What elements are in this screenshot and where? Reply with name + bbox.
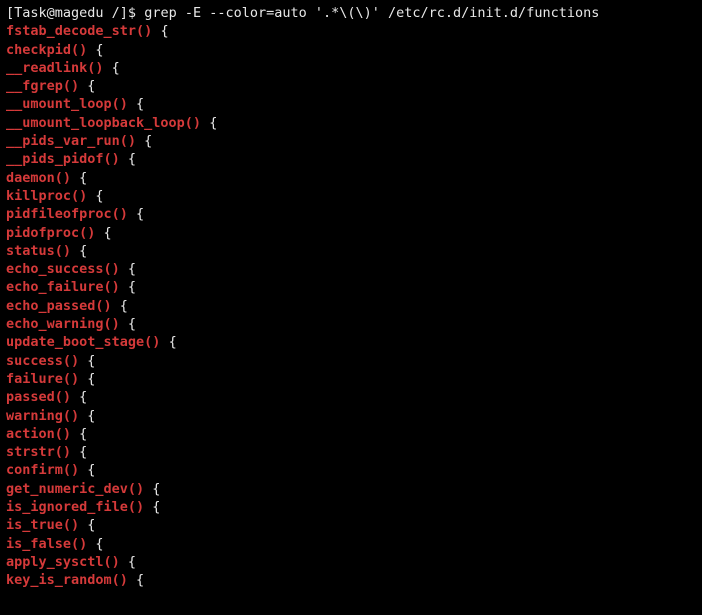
line-rest: { [95,225,111,241]
output-line: success() { [6,352,696,370]
grep-match: __readlink() [6,60,104,76]
prompt-line: [Task@magedu /]$ grep -E --color=auto '.… [6,4,696,22]
grep-match: __umount_loopback_loop() [6,115,201,131]
grep-match: __fgrep() [6,78,79,94]
shell-prompt: [Task@magedu /]$ [6,5,136,21]
grep-match: confirm() [6,462,79,478]
grep-match: echo_passed() [6,298,112,314]
line-rest: { [79,408,95,424]
grep-match: status() [6,243,71,259]
line-rest: { [71,444,87,460]
line-rest: { [128,206,144,222]
grep-match: __pids_var_run() [6,133,136,149]
line-rest: { [120,279,136,295]
output-line: __readlink() { [6,59,696,77]
output-line: killproc() { [6,187,696,205]
line-rest: { [71,243,87,259]
line-rest: { [128,572,144,588]
grep-match: daemon() [6,170,71,186]
output-line: pidfileofproc() { [6,205,696,223]
grep-match: fstab_decode_str() [6,23,152,39]
output-line: fstab_decode_str() { [6,22,696,40]
line-rest: { [120,261,136,277]
line-rest: { [201,115,217,131]
line-rest: { [71,426,87,442]
line-rest: { [79,462,95,478]
output-line: __umount_loop() { [6,95,696,113]
grep-match: killproc() [6,188,87,204]
output-line: warning() { [6,407,696,425]
output-line: echo_failure() { [6,278,696,296]
line-rest: { [128,96,144,112]
grep-match: apply_sysctl() [6,554,120,570]
terminal-output: [Task@magedu /]$ grep -E --color=auto '.… [0,0,702,594]
grep-match: update_boot_stage() [6,334,160,350]
output-line: action() { [6,425,696,443]
grep-match: key_is_random() [6,572,128,588]
line-rest: { [79,78,95,94]
output-line: update_boot_stage() { [6,333,696,351]
grep-match: is_ignored_file() [6,499,144,515]
output-line: echo_warning() { [6,315,696,333]
output-line: failure() { [6,370,696,388]
output-line: __pids_var_run() { [6,132,696,150]
line-rest: { [152,23,168,39]
grep-match: is_true() [6,517,79,533]
output-line: is_false() { [6,535,696,553]
grep-match: action() [6,426,71,442]
grep-match: passed() [6,389,71,405]
line-rest: { [160,334,176,350]
command-text: grep -E --color=auto '.*\(\)' /etc/rc.d/… [144,5,599,21]
output-line: confirm() { [6,461,696,479]
line-rest: { [120,554,136,570]
grep-match: echo_failure() [6,279,120,295]
output-line: __umount_loopback_loop() { [6,114,696,132]
output-line: is_true() { [6,516,696,534]
output-line: __fgrep() { [6,77,696,95]
grep-match: echo_warning() [6,316,120,332]
grep-match: get_numeric_dev() [6,481,144,497]
grep-match: pidfileofproc() [6,206,128,222]
output-line: get_numeric_dev() { [6,480,696,498]
grep-match: checkpid() [6,42,87,58]
line-rest: { [87,536,103,552]
output-line: checkpid() { [6,41,696,59]
line-rest: { [136,133,152,149]
grep-match: is_false() [6,536,87,552]
grep-match: strstr() [6,444,71,460]
line-rest: { [120,151,136,167]
output-line: strstr() { [6,443,696,461]
output-line: is_ignored_file() { [6,498,696,516]
output-line: daemon() { [6,169,696,187]
grep-match: __umount_loop() [6,96,128,112]
output-line: echo_passed() { [6,297,696,315]
output-line: apply_sysctl() { [6,553,696,571]
line-rest: { [71,389,87,405]
output-line: pidofproc() { [6,224,696,242]
line-rest: { [79,371,95,387]
grep-match: __pids_pidof() [6,151,120,167]
output-line: passed() { [6,388,696,406]
line-rest: { [112,298,128,314]
output-line: status() { [6,242,696,260]
output-line: echo_success() { [6,260,696,278]
line-rest: { [79,517,95,533]
grep-match: failure() [6,371,79,387]
output-line: __pids_pidof() { [6,150,696,168]
line-rest: { [120,316,136,332]
grep-match: success() [6,353,79,369]
line-rest: { [79,353,95,369]
line-rest: { [144,481,160,497]
line-rest: { [71,170,87,186]
grep-match: warning() [6,408,79,424]
line-rest: { [87,42,103,58]
grep-match: pidofproc() [6,225,95,241]
line-rest: { [144,499,160,515]
output-line: key_is_random() { [6,571,696,589]
line-rest: { [87,188,103,204]
grep-match: echo_success() [6,261,120,277]
line-rest: { [104,60,120,76]
